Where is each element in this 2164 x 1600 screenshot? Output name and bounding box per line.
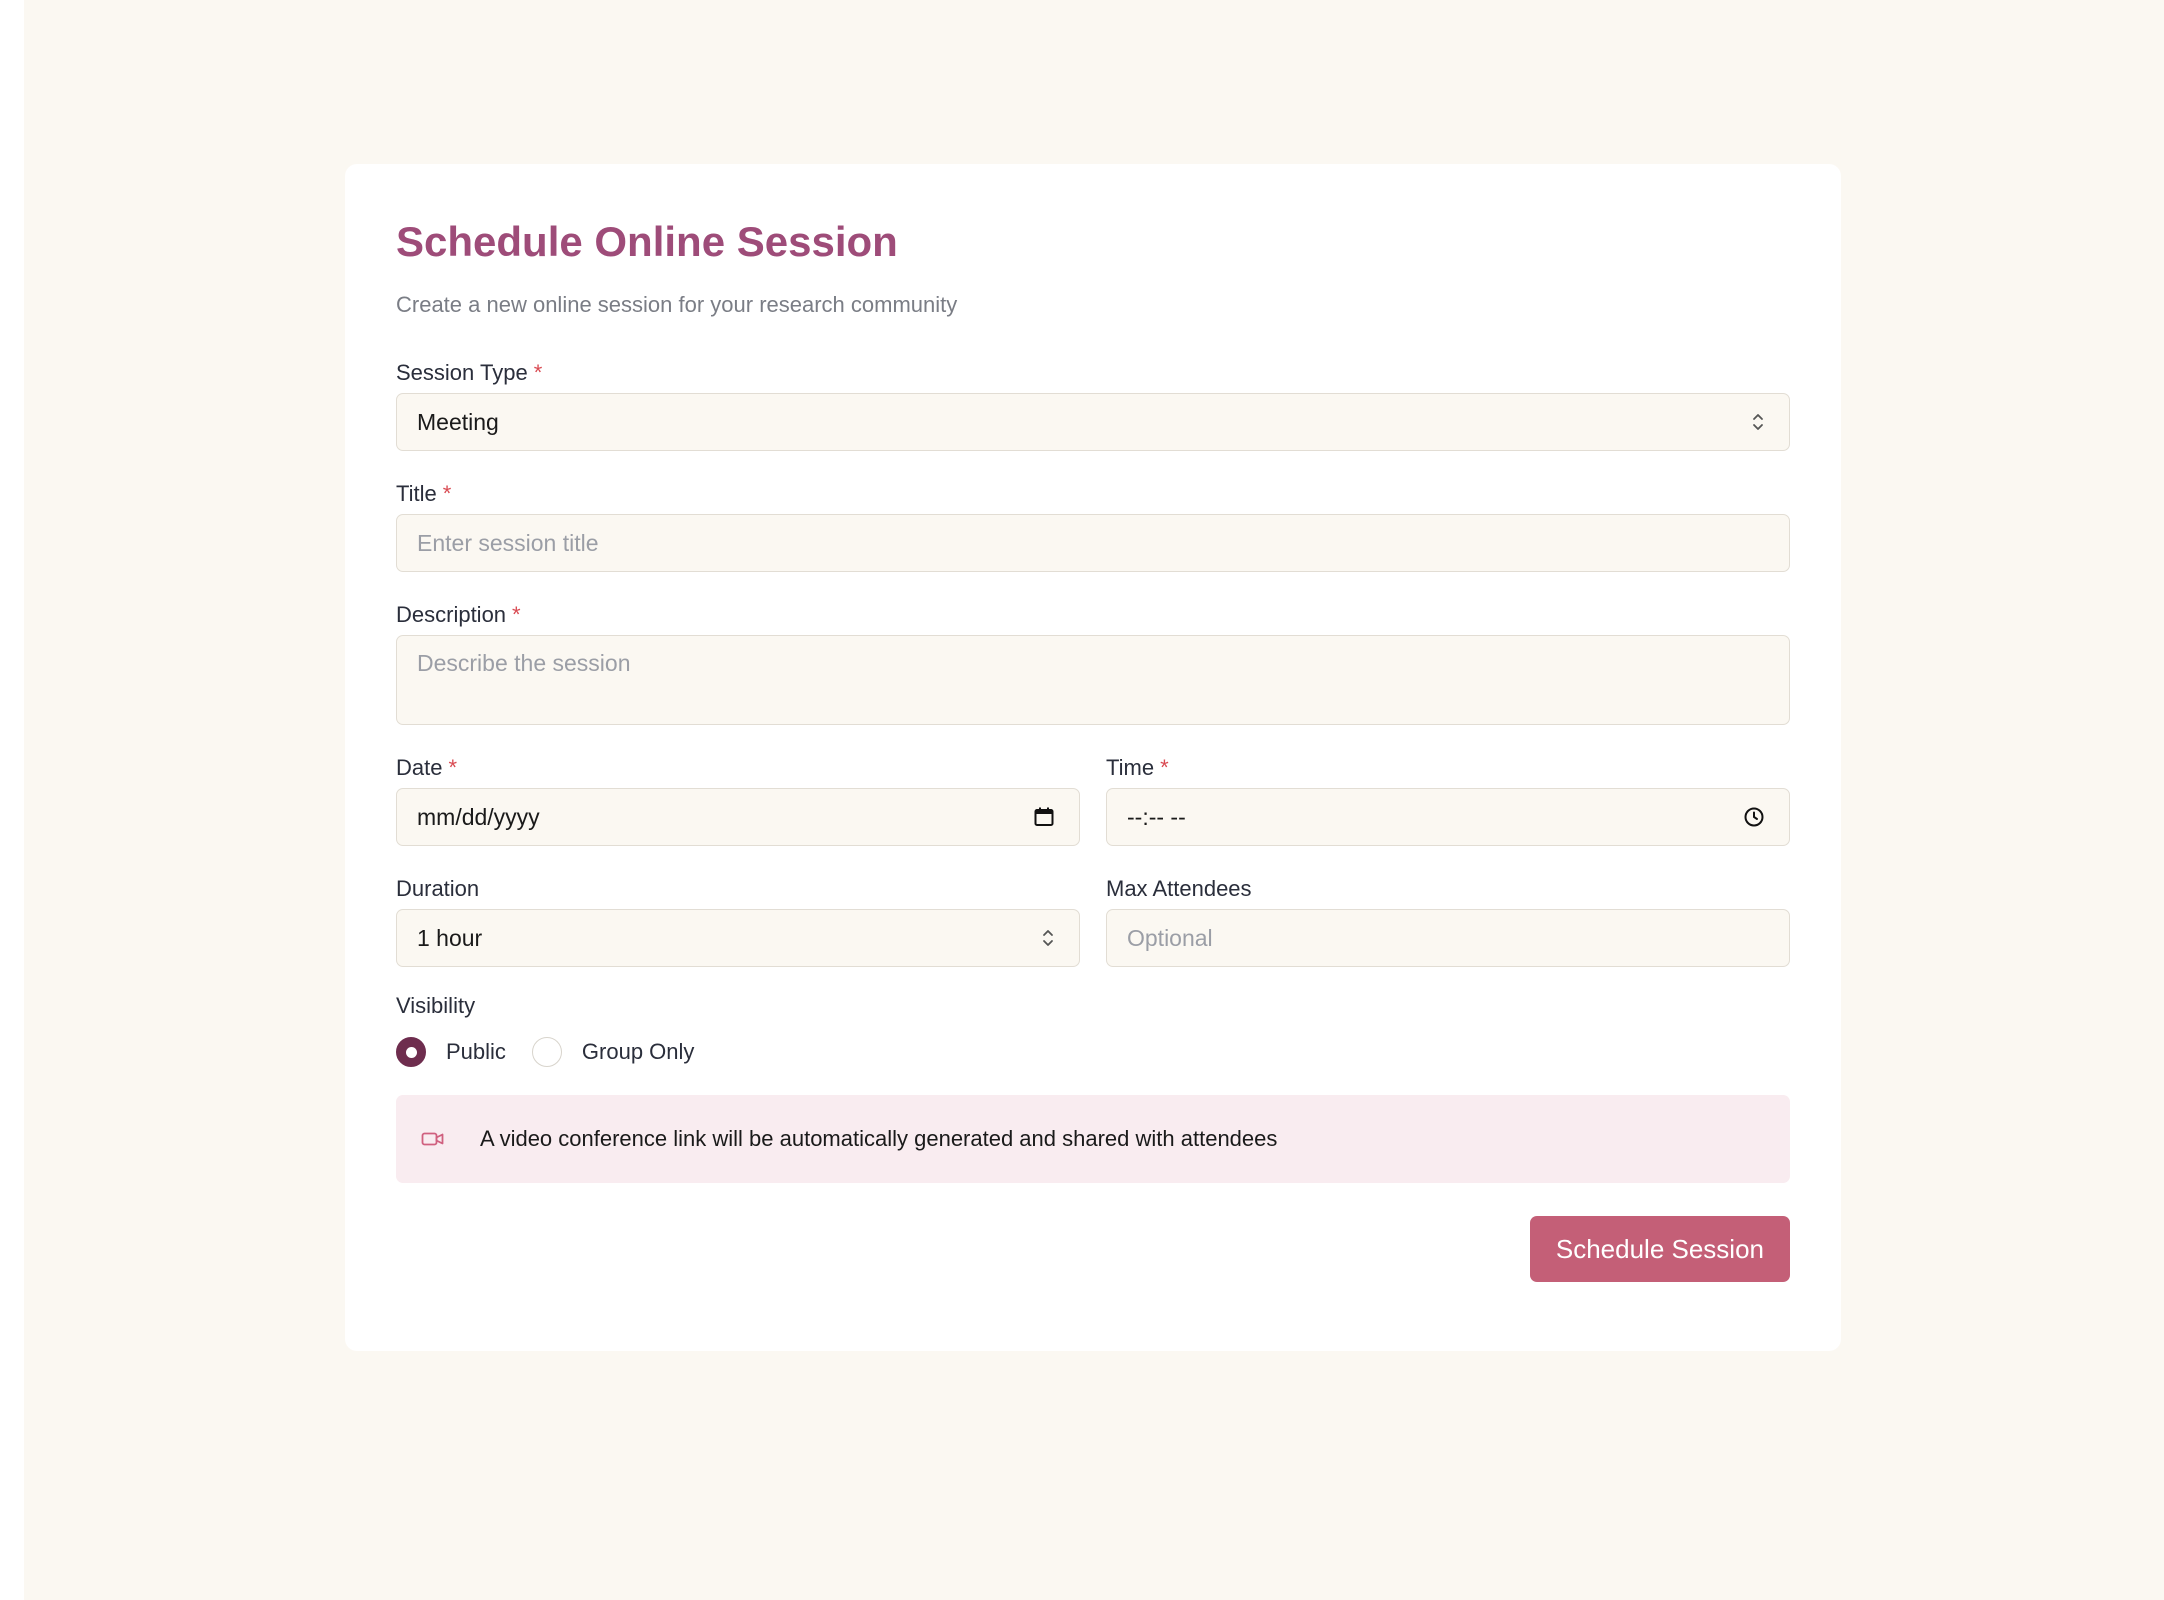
- date-field: Date * mm/dd/yyyy: [396, 755, 1080, 846]
- visibility-label: Visibility: [396, 993, 476, 1018]
- radio-group-only[interactable]: [531, 1037, 562, 1067]
- schedule-session-card: Schedule Online Session Create a new onl…: [345, 164, 1841, 1351]
- visibility-field: Visibility Public Group Only: [396, 993, 1790, 1069]
- title-label: Title *: [396, 481, 452, 506]
- required-marker: *: [1160, 755, 1169, 780]
- date-input[interactable]: mm/dd/yyyy: [396, 788, 1080, 846]
- title-placeholder: Enter session title: [417, 529, 599, 556]
- visibility-radio-group: Public Group Only: [396, 1035, 1790, 1069]
- info-message: A video conference link will be automati…: [480, 1126, 1278, 1151]
- title-field: Title * Enter session title: [396, 481, 1790, 572]
- session-type-select[interactable]: Meeting: [396, 393, 1790, 451]
- page-title: Schedule Online Session: [396, 218, 898, 265]
- required-marker: *: [442, 481, 452, 506]
- visibility-group-only-option[interactable]: Group Only: [531, 1037, 695, 1067]
- radio-public[interactable]: [396, 1037, 426, 1067]
- visibility-public-option[interactable]: Public: [396, 1037, 506, 1067]
- calendar-icon[interactable]: [1033, 806, 1055, 828]
- max-attendees-placeholder: Optional: [1127, 924, 1213, 951]
- description-placeholder: Describe the session: [417, 650, 631, 676]
- description-field: Description * Describe the session: [396, 602, 1790, 725]
- max-attendees-field: Max Attendees Optional: [1106, 876, 1790, 967]
- radio-group-only-label: Group Only: [581, 1039, 695, 1064]
- schedule-session-button[interactable]: Schedule Session: [1529, 1216, 1790, 1282]
- time-field: Time * --:-- --: [1106, 755, 1790, 846]
- session-type-field: Session Type * Meeting: [396, 360, 1790, 451]
- date-label: Date *: [396, 755, 458, 780]
- session-type-value: Meeting: [417, 408, 499, 435]
- form-actions: Schedule Session: [396, 1216, 1790, 1282]
- duration-select[interactable]: 1 hour: [396, 909, 1080, 967]
- max-attendees-input[interactable]: Optional: [1106, 909, 1790, 967]
- session-type-label: Session Type *: [396, 360, 543, 385]
- required-marker: *: [512, 602, 521, 627]
- chevron-up-down-icon: [1751, 412, 1765, 432]
- duration-value: 1 hour: [417, 924, 483, 951]
- time-input[interactable]: --:-- --: [1106, 788, 1790, 846]
- duration-field: Duration 1 hour: [396, 876, 1080, 967]
- duration-attendees-row: Duration 1 hour Max Attendees Optional: [396, 876, 1790, 967]
- description-textarea[interactable]: Describe the session: [396, 635, 1790, 725]
- date-time-row: Date * mm/dd/yyyy Time * --:-- --: [396, 755, 1790, 846]
- date-value: mm/dd/yyyy: [417, 803, 540, 830]
- time-label: Time *: [1106, 755, 1169, 780]
- radio-public-label: Public: [446, 1039, 506, 1064]
- duration-label: Duration: [396, 876, 480, 901]
- clock-icon[interactable]: [1743, 806, 1765, 828]
- radio-dot: [405, 1046, 417, 1058]
- title-input[interactable]: Enter session title: [396, 514, 1790, 572]
- description-label: Description *: [396, 602, 521, 627]
- page-subtitle: Create a new online session for your res…: [396, 292, 958, 317]
- video-camera-icon: [420, 1126, 446, 1152]
- required-marker: *: [533, 360, 543, 385]
- video-link-info-box: A video conference link will be automati…: [396, 1095, 1790, 1183]
- required-marker: *: [448, 755, 458, 780]
- time-value: --:-- --: [1127, 803, 1186, 830]
- chevron-up-down-icon: [1041, 928, 1055, 948]
- max-attendees-label: Max Attendees: [1106, 876, 1252, 901]
